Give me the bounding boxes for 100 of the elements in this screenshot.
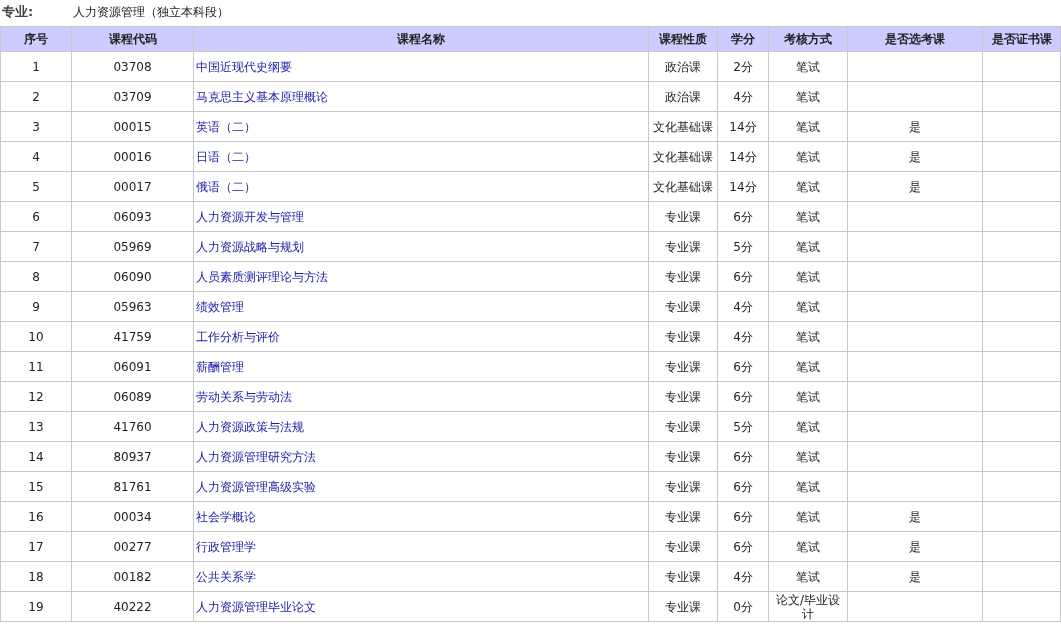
table-cell: 12 [0,381,72,412]
table-cell: 专业课 [648,411,718,442]
table-cell: 6分 [717,261,769,292]
table-cell: 笔试 [768,291,848,322]
column-header: 是否证书课 [982,26,1061,52]
table-cell: 是 [847,561,983,592]
table-cell: 4分 [717,291,769,322]
table-cell: 11 [0,351,72,382]
table-cell: 15 [0,471,72,502]
table-cell: 06089 [71,381,194,412]
table-cell: 05969 [71,231,194,262]
table-cell: 05963 [71,291,194,322]
table-cell: 专业课 [648,261,718,292]
column-header: 课程性质 [648,26,718,52]
table-cell: 专业课 [648,381,718,412]
table-cell: 81761 [71,471,194,502]
course-link[interactable]: 行政管理学 [196,539,256,554]
table-cell: 是 [847,111,983,142]
table-cell: 00016 [71,141,194,172]
table-cell: 19 [0,591,72,622]
course-link[interactable]: 公共关系学 [196,569,256,584]
table-cell: 40222 [71,591,194,622]
table-cell: 2 [0,81,72,112]
table-cell: 政治课 [648,81,718,112]
course-link[interactable]: 人力资源管理研究方法 [196,449,316,464]
table-cell: 03709 [71,81,194,112]
table-cell: 4 [0,141,72,172]
table-cell: 6分 [717,381,769,412]
table-cell: 00182 [71,561,194,592]
table-cell: 41759 [71,321,194,352]
column-header: 是否选考课 [847,26,983,52]
course-link[interactable]: 日语（二） [196,149,256,164]
table-cell: 00015 [71,111,194,142]
table-cell: 是 [847,501,983,532]
table-cell: 笔试 [768,471,848,502]
table-cell: 文化基础课 [648,171,718,202]
course-link[interactable]: 英语（二） [196,119,256,134]
table-cell: 14分 [717,111,769,142]
course-link[interactable]: 人力资源管理高级实验 [196,479,316,494]
table-cell: 03708 [71,51,194,82]
course-link[interactable]: 中国近现代史纲要 [196,59,292,74]
table-cell: 专业课 [648,351,718,382]
table-cell: 笔试 [768,501,848,532]
table-cell: 06091 [71,351,194,382]
table-cell: 7 [0,231,72,262]
table-cell: 论文/毕业设计 [768,591,848,622]
table-cell: 笔试 [768,141,848,172]
table-cell: 专业课 [648,471,718,502]
course-link[interactable]: 工作分析与评价 [196,329,280,344]
table-cell: 4分 [717,321,769,352]
table-cell: 41760 [71,411,194,442]
table-cell: 18 [0,561,72,592]
table-cell: 00034 [71,501,194,532]
table-cell: 1 [0,51,72,82]
table-cell: 13 [0,411,72,442]
table-cell: 0分 [717,591,769,622]
table-cell: 专业课 [648,501,718,532]
table-cell: 专业课 [648,231,718,262]
table-cell: 笔试 [768,201,848,232]
table-cell: 6分 [717,201,769,232]
table-cell: 笔试 [768,321,848,352]
table-cell: 06090 [71,261,194,292]
table-cell: 17 [0,531,72,562]
table-cell: 4分 [717,561,769,592]
table-cell: 笔试 [768,81,848,112]
course-link[interactable]: 人员素质测评理论与方法 [196,269,328,284]
table-cell: 笔试 [768,531,848,562]
table-cell: 6分 [717,351,769,382]
table-cell: 5分 [717,231,769,262]
table-cell: 专业课 [648,591,718,622]
table-cell: 笔试 [768,231,848,262]
course-link[interactable]: 马克思主义基本原理概论 [196,89,328,104]
table-cell: 笔试 [768,171,848,202]
table-cell: 政治课 [648,51,718,82]
course-link[interactable]: 人力资源战略与规划 [196,239,304,254]
major-name: 人力资源管理（独立本科段） [73,3,229,21]
column-header: 课程代码 [71,26,194,52]
table-cell: 专业课 [648,561,718,592]
table-cell: 6分 [717,441,769,472]
table-cell: 3 [0,111,72,142]
course-link[interactable]: 薪酬管理 [196,359,244,374]
table-cell: 笔试 [768,381,848,412]
table-cell: 4分 [717,81,769,112]
table-cell: 80937 [71,441,194,472]
course-link[interactable]: 劳动关系与劳动法 [196,389,292,404]
table-cell: 笔试 [768,111,848,142]
course-link[interactable]: 绩效管理 [196,299,244,314]
table-cell: 14 [0,441,72,472]
table-cell: 6分 [717,471,769,502]
table-cell: 专业课 [648,321,718,352]
course-link[interactable]: 人力资源管理毕业论文 [196,599,316,614]
table-cell: 8 [0,261,72,292]
course-link[interactable]: 人力资源政策与法规 [196,419,304,434]
table-cell: 14分 [717,141,769,172]
column-header: 序号 [0,26,72,52]
table-cell: 16 [0,501,72,532]
course-link[interactable]: 人力资源开发与管理 [196,209,304,224]
course-link[interactable]: 俄语（二） [196,179,256,194]
course-link[interactable]: 社会学概论 [196,509,256,524]
table-cell: 2分 [717,51,769,82]
